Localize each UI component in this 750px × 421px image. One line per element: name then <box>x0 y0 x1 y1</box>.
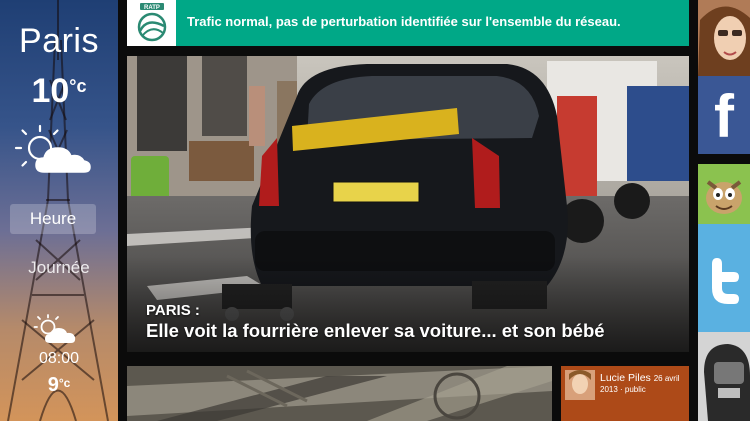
forecast-time: 08:00 <box>38 350 80 367</box>
game-tile[interactable] <box>698 164 750 224</box>
game-character-icon <box>698 164 750 224</box>
article-title[interactable]: Elle voit la fourrière enlever sa voitur… <box>146 320 605 342</box>
current-temperature: 10°c <box>0 72 118 111</box>
sun-cloud-icon <box>14 124 91 173</box>
helmet-photo <box>698 332 750 421</box>
facebook-icon: f <box>714 83 734 150</box>
ratp-logo: RATP <box>127 0 176 46</box>
post-author-avatar <box>565 370 595 400</box>
featured-article[interactable]: PARIS : Elle voit la fourrière enlever s… <box>127 56 689 352</box>
post-date: 26 avril <box>653 374 680 383</box>
day-mode-button[interactable]: Journée <box>0 258 118 278</box>
twitter-icon <box>698 224 750 332</box>
twitter-tile[interactable] <box>698 224 750 332</box>
facebook-tile[interactable]: f <box>698 76 750 154</box>
article-photo <box>127 56 689 352</box>
forecast-temperature-value: 9 <box>47 374 59 396</box>
forecast-temperature-unit: °c <box>58 376 71 390</box>
hour-mode-button[interactable]: Heure <box>10 204 96 234</box>
money-photo <box>127 366 552 421</box>
city-name: Paris <box>19 22 99 60</box>
article-kicker: PARIS : <box>146 302 200 319</box>
post-author-name[interactable]: Lucie Piles <box>600 372 651 384</box>
forecast-sun-cloud-icon <box>33 314 76 343</box>
post-meta: 2013 · public <box>600 385 646 394</box>
music-tile[interactable] <box>698 332 750 421</box>
profile-photo-tile[interactable] <box>698 0 750 76</box>
traffic-message: Trafic normal, pas de perturbation ident… <box>187 14 621 29</box>
money-article-tile[interactable] <box>127 366 552 421</box>
traffic-banner[interactable]: RATP Trafic normal, pas de perturbation … <box>127 0 689 46</box>
ratp-logo-text: RATP <box>144 5 160 11</box>
temperature-value: 10 <box>31 72 70 110</box>
avatar-photo <box>565 370 595 400</box>
social-post-tile[interactable]: Lucie Piles 26 avril 2013 · public <box>561 366 689 421</box>
temperature-unit: °c <box>69 76 87 96</box>
forecast-temperature: 9°c <box>0 374 118 397</box>
weather-panel: Paris 10°c Heure Journée 08:00 9°c <box>0 0 118 421</box>
post-author: Lucie Piles 26 avril <box>600 372 680 384</box>
ratp-logo-icon: RATP <box>137 3 167 42</box>
profile-photo <box>698 0 750 76</box>
